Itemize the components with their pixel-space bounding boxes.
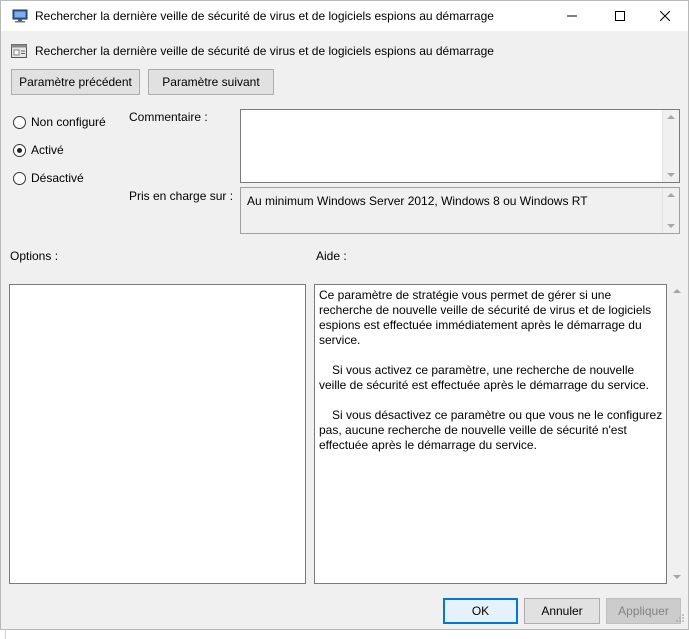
comment-textarea[interactable] (240, 109, 680, 183)
group-policy-app-icon (12, 8, 28, 27)
close-button[interactable] (642, 1, 688, 31)
help-paragraph: Si vous désactivez ce paramètre ou que v… (319, 408, 663, 452)
previous-setting-button[interactable]: Paramètre précédent (11, 69, 140, 95)
scroll-down-icon[interactable] (667, 224, 675, 228)
radio-not-configured-label: Non configuré (31, 115, 106, 129)
help-paragraph: Ce paramètre de stratégie vous permet de… (319, 288, 652, 347)
radio-enabled-label: Activé (31, 143, 64, 157)
scroll-up-icon[interactable] (673, 289, 681, 293)
supported-on-field: Au minimum Windows Server 2012, Windows … (240, 187, 680, 234)
setting-title: Rechercher la dernière veille de sécurit… (35, 44, 494, 58)
radio-enabled-circle[interactable] (13, 143, 26, 157)
help-paragraph: Si vous activez ce paramètre, une recher… (319, 363, 649, 392)
options-pane[interactable] (9, 284, 306, 584)
radio-disabled[interactable]: Désactivé (13, 171, 84, 185)
supported-on-label: Pris en charge sur : (129, 189, 234, 203)
maximize-icon (615, 11, 625, 21)
close-icon (660, 11, 670, 21)
help-text: Ce paramètre de stratégie vous permet de… (319, 288, 663, 468)
radio-not-configured-circle[interactable] (13, 115, 26, 129)
next-setting-button[interactable]: Paramètre suivant (148, 69, 274, 95)
supported-on-value: Au minimum Windows Server 2012, Windows … (247, 194, 588, 208)
scroll-down-icon[interactable] (673, 575, 681, 579)
help-pane[interactable]: Ce paramètre de stratégie vous permet de… (314, 284, 667, 584)
comment-label: Commentaire : (129, 110, 208, 124)
radio-enabled[interactable]: Activé (13, 143, 64, 157)
radio-disabled-circle[interactable] (13, 171, 26, 185)
window-title: Rechercher la dernière veille de sécurit… (35, 9, 494, 23)
comment-scrollbar[interactable] (662, 110, 679, 182)
resize-grip-icon[interactable] (675, 612, 685, 626)
minimize-button[interactable] (549, 1, 595, 31)
title-bar[interactable]: Rechercher la dernière veille de sécurit… (1, 1, 688, 31)
minimize-icon (567, 15, 577, 17)
help-label: Aide : (316, 249, 347, 263)
policy-setting-dialog: Rechercher la dernière veille de sécurit… (0, 0, 689, 630)
scroll-up-icon[interactable] (667, 193, 675, 197)
scroll-up-icon[interactable] (667, 115, 675, 119)
cancel-button[interactable]: Annuler (524, 598, 600, 624)
maximize-button[interactable] (597, 1, 643, 31)
help-scrollbar[interactable] (669, 284, 686, 584)
ok-button[interactable]: OK (443, 598, 518, 624)
policy-setting-icon (11, 44, 27, 61)
options-label: Options : (10, 249, 59, 263)
radio-not-configured[interactable]: Non configuré (13, 115, 106, 129)
supported-scrollbar[interactable] (662, 188, 679, 233)
scroll-down-icon[interactable] (667, 173, 675, 177)
radio-disabled-label: Désactivé (31, 171, 84, 185)
apply-button[interactable]: Appliquer (606, 598, 681, 624)
